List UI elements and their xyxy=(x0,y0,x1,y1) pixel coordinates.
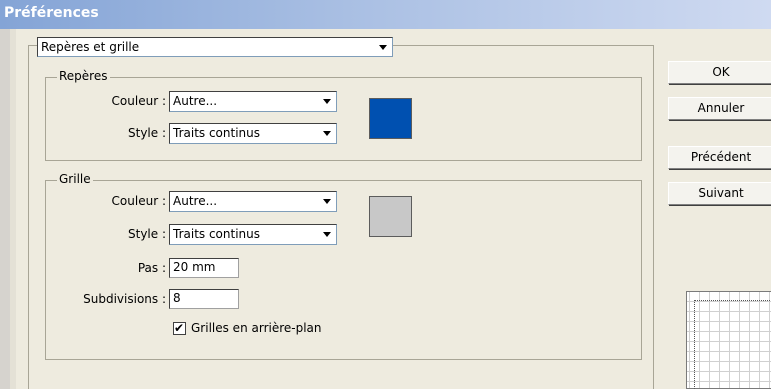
grid-preview-margin xyxy=(694,300,771,389)
grid-style-value: Traits continus xyxy=(173,227,261,241)
grid-subdivisions-label: Subdivisions : xyxy=(83,292,166,306)
guides-style-select[interactable]: Traits continus xyxy=(169,123,337,144)
window-edge-inner xyxy=(10,29,16,389)
next-button[interactable]: Suivant xyxy=(668,182,771,205)
grid-legend: Grille xyxy=(57,172,93,186)
grid-color-value: Autre... xyxy=(173,194,218,208)
guides-color-label: Couleur : xyxy=(111,94,166,108)
window-edge xyxy=(0,29,10,389)
previous-button[interactable]: Précédent xyxy=(668,146,771,169)
category-select[interactable]: Repères et grille xyxy=(37,37,393,57)
grid-color-select[interactable]: Autre... xyxy=(169,191,337,212)
guides-color-select[interactable]: Autre... xyxy=(169,91,337,112)
chevron-down-icon[interactable] xyxy=(374,39,391,55)
guides-color-value: Autre... xyxy=(173,94,218,108)
checkmark-icon: ✔ xyxy=(174,321,185,335)
category-select-value: Repères et grille xyxy=(41,40,140,54)
chevron-down-icon[interactable] xyxy=(318,93,335,109)
grid-color-label: Couleur : xyxy=(111,194,166,208)
window-title: Préférences xyxy=(4,5,99,21)
guides-style-label: Style : xyxy=(128,126,166,140)
guides-legend: Repères xyxy=(57,69,110,83)
grid-style-select[interactable]: Traits continus xyxy=(169,224,337,245)
chevron-down-icon[interactable] xyxy=(318,193,335,209)
guides-color-swatch[interactable] xyxy=(369,98,412,139)
chevron-down-icon[interactable] xyxy=(318,125,335,141)
grid-spacing-label: Pas : xyxy=(137,261,166,275)
grid-color-swatch[interactable] xyxy=(369,196,412,237)
guides-style-value: Traits continus xyxy=(173,126,261,140)
cancel-button[interactable]: Annuler xyxy=(668,97,771,120)
grid-spacing-input[interactable]: 20 mm xyxy=(169,258,239,278)
guides-group xyxy=(45,77,642,161)
chevron-down-icon[interactable] xyxy=(318,226,335,242)
grid-style-label: Style : xyxy=(128,227,166,241)
grid-background-checkbox[interactable]: ✔ xyxy=(173,321,186,335)
grid-subdivisions-input[interactable]: 8 xyxy=(169,289,239,309)
title-bar: Préférences xyxy=(0,0,771,29)
ok-button[interactable]: OK xyxy=(668,61,771,84)
grid-background-checkbox-label[interactable]: Grilles en arrière-plan xyxy=(191,321,322,335)
